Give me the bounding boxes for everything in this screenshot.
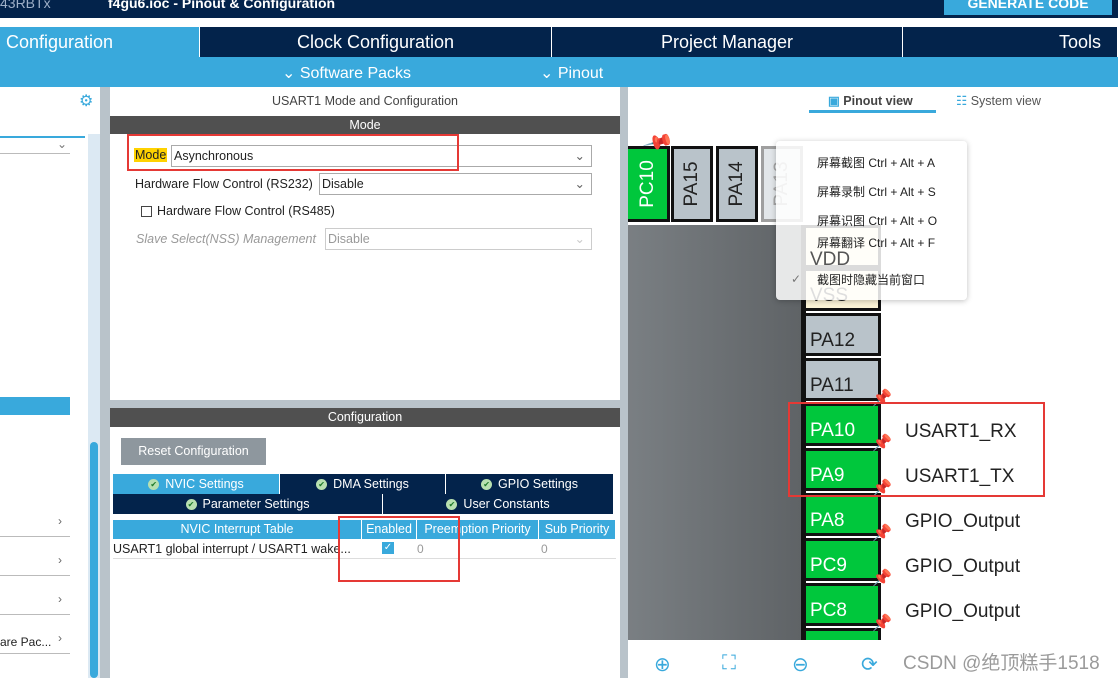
rotate-icon[interactable]: ⟳ [861,652,878,677]
menu-item-screen-ocr[interactable]: 屏幕识图 Ctrl + Alt + O [817,214,937,228]
sidebar-selected-item[interactable] [0,397,70,415]
menu-item-hide-window[interactable]: 截图时隐藏当前窗口 [817,273,925,287]
interrupt-name: USART1 global interrupt / USART1 wake... [113,542,351,556]
tab-parameter-settings[interactable]: ✔ Parameter Settings [113,494,383,514]
pinout-menu[interactable]: ⌄ Pinout [540,63,603,83]
column-header-sub-priority[interactable]: Sub Priority [539,520,616,539]
column-header-interrupt[interactable]: NVIC Interrupt Table [113,520,362,539]
nss-select: Disable ⌄ [325,228,592,250]
highlight-box [338,516,460,582]
divider [110,400,620,408]
pin-pc9[interactable]: PC9 [806,538,881,581]
check-circle-icon: ✔ [481,478,493,490]
reset-configuration-button[interactable]: Reset Configuration [121,438,266,465]
signal-label: GPIO_Output [905,511,1021,532]
pushpin-icon: 📌 [872,615,892,632]
tab-user-constants[interactable]: ✔ User Constants [383,494,614,514]
watermark: CSDN @绝顶糕手1518 [903,653,1100,674]
tab-pinout-configuration[interactable]: Configuration [0,27,200,57]
tab-gpio-settings[interactable]: ✔ GPIO Settings [446,474,614,494]
chevron-right-icon[interactable]: › [58,553,62,567]
hfc-rs485-checkbox[interactable] [141,206,152,217]
pin-pa11[interactable]: PA11 [806,358,881,401]
pin-vdd-label: VDD [810,249,851,270]
check-circle-icon: ✔ [148,478,160,490]
divider [100,87,110,678]
chevron-right-icon[interactable]: › [58,631,62,645]
tab-dma-settings[interactable]: ✔ DMA Settings [280,474,446,494]
panel-title: USART1 Mode and Configuration [272,94,458,108]
chevron-down-icon[interactable]: ⌄ [57,137,67,151]
zoom-out-icon[interactable]: ⊖ [792,652,809,677]
device-name: 43RBTx [0,0,51,11]
gear-icon[interactable]: ⚙ [79,91,93,111]
highlight-box [788,402,1045,497]
active-tab-underline [809,110,936,113]
pin-pa15[interactable]: PA15 [671,146,713,222]
menu-item-screen-record[interactable]: 屏幕录制 Ctrl + Alt + S [817,185,936,199]
file-title: f4gu6.ioc - Pinout & Configuration [108,0,336,11]
fit-screen-icon[interactable]: ⛶ [722,652,736,675]
tab-clock-configuration[interactable]: Clock Configuration [200,27,552,57]
pinout-view-tab[interactable]: ▣ Pinout view [828,93,913,108]
check-circle-icon: ✔ [185,498,197,510]
chevron-right-icon[interactable]: › [58,514,62,528]
system-view-tab[interactable]: ☷ System view [956,93,1041,108]
software-packs-menu[interactable]: ⌄ Software Packs [282,63,411,83]
hfc-rs485-label: Hardware Flow Control (RS485) [157,204,335,218]
configuration-section-header: Configuration [110,408,620,427]
pin-pa8[interactable]: PA8 [806,493,881,536]
zoom-in-icon[interactable]: ⊕ [654,652,671,677]
pushpin-icon: 📌 [872,570,892,587]
chip-icon: ▣ [828,94,840,108]
system-icon: ☷ [956,94,968,108]
sidebar-scrollbar-thumb[interactable] [90,442,98,678]
sidebar: ⚙ ⌄ › › › are Pac... › [0,87,100,678]
menu-item-screenshot[interactable]: 屏幕截图 Ctrl + Alt + A [817,156,935,170]
tab-tools[interactable]: Tools [903,27,1118,57]
tab-project-manager[interactable]: Project Manager [552,27,903,57]
title-bar: 43RBTx f4gu6.ioc - Pinout & Configuratio… [0,0,1118,18]
check-circle-icon: ✔ [446,498,458,510]
chevron-right-icon[interactable]: › [58,592,62,606]
hfc-rs232-select[interactable]: Disable ⌄ [319,173,592,195]
check-circle-icon: ✔ [316,478,328,490]
menu-item-screen-translate[interactable]: 屏幕翻译 Ctrl + Alt + F [817,236,935,250]
sidebar-item-software-packs[interactable]: are Pac... [0,635,51,649]
collapse-handle[interactable] [620,87,628,678]
generate-code-button[interactable]: GENERATE CODE [944,0,1112,15]
sub-menu-bar: ⌄ Software Packs ⌄ Pinout [0,57,1118,87]
pin-pa12[interactable]: PA12 [806,313,881,356]
pushpin-icon: 📌 [872,525,892,542]
highlight-box [127,134,459,171]
tab-nvic-settings[interactable]: ✔ NVIC Settings [113,474,280,494]
mode-section-header: Mode [110,116,620,134]
signal-label: GPIO_Output [905,556,1021,577]
pin-pc8[interactable]: PC8 [806,583,881,626]
signal-label: GPIO_Output [905,601,1021,622]
hfc-rs232-label: Hardware Flow Control (RS232) [135,177,313,191]
check-icon: ✓ [791,272,802,286]
pin-pa14[interactable]: PA14 [716,146,758,222]
nss-label: Slave Select(NSS) Management [136,232,316,246]
sub-priority-value[interactable]: 0 [541,542,548,556]
